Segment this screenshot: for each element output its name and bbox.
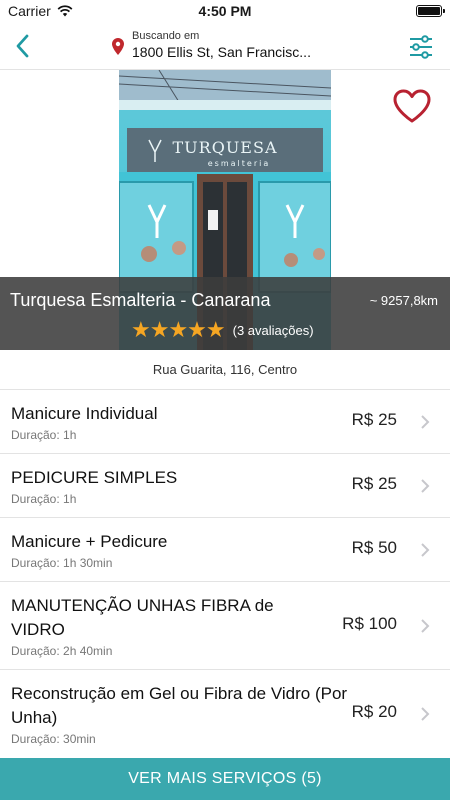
service-duration: Duração: 2h 40min [11,644,113,658]
shop-rating[interactable]: ★★★★★ (3 avaliações) [131,319,314,341]
carrier-label: Carrier [8,3,51,19]
shop-address: Rua Guarita, 116, Centro [0,350,450,390]
service-row-manicure-pedicure[interactable]: Manicure + Pedicure Duração: 1h 30min R$… [0,518,450,582]
chevron-right-icon [421,415,430,429]
back-arrow-icon [16,34,29,57]
battery-icon [416,5,445,17]
wifi-icon [57,5,73,17]
heart-icon [393,89,431,123]
shop-info-overlay: Turquesa Esmalteria - Canarana ~ 9257,8k… [0,277,450,350]
service-name: MANUTENÇÃO UNHAS FIBRA de VIDRO [11,596,274,639]
service-row-pedicure-simples[interactable]: PEDICURE SIMPLES Duração: 1h R$ 25 [0,454,450,518]
location-label: Buscando em [132,30,200,42]
chevron-right-icon [421,543,430,557]
service-price: R$ 25 [351,474,397,493]
location-selector[interactable]: Buscando em 1800 Ellis St, San Francisc.… [112,30,311,61]
service-price: R$ 50 [351,538,397,557]
shop-name: Turquesa Esmalteria - Canarana [10,290,271,310]
favorite-button[interactable] [392,88,432,124]
service-list: Manicure Individual Duração: 1h R$ 25 PE… [0,390,450,758]
filter-sliders-icon [410,35,432,59]
location-address: 1800 Ellis St, San Francisc... [132,44,311,60]
service-name: Reconstrução em Gel ou Fibra de Vidro (P… [11,684,348,727]
nav-bar: Buscando em 1800 Ellis St, San Francisc.… [0,22,450,70]
service-duration: Duração: 30min [11,732,96,746]
back-button[interactable] [0,22,44,70]
service-row-manutencao-fibra[interactable]: MANUTENÇÃO UNHAS FIBRA de VIDRO Duração:… [0,582,450,670]
see-more-services-button[interactable]: VER MAIS SERVIÇOS (5) [0,758,450,800]
service-price: R$ 25 [351,410,397,429]
filter-button[interactable] [406,32,436,62]
service-row-reconstrucao-gel[interactable]: Reconstrução em Gel ou Fibra de Vidro (P… [0,670,450,758]
shop-hero: TURQUESA esmalteria Turquesa Esmalteria … [0,70,450,350]
review-count: (3 avaliações) [232,322,314,338]
status-bar: Carrier 4:50 PM [0,0,450,22]
location-pin-icon [112,38,124,55]
chevron-right-icon [421,619,430,633]
chevron-right-icon [421,707,430,721]
service-price: R$ 100 [342,614,397,633]
service-price: R$ 20 [351,702,397,721]
service-row-manicure-individual[interactable]: Manicure Individual Duração: 1h R$ 25 [0,390,450,454]
chevron-right-icon [421,479,430,493]
svg-text:esmalteria: esmalteria [208,159,270,168]
shop-distance: ~ 9257,8km [369,293,438,308]
svg-text:TURQUESA: TURQUESA [173,138,278,157]
star-rating-icons: ★★★★★ [131,317,226,342]
